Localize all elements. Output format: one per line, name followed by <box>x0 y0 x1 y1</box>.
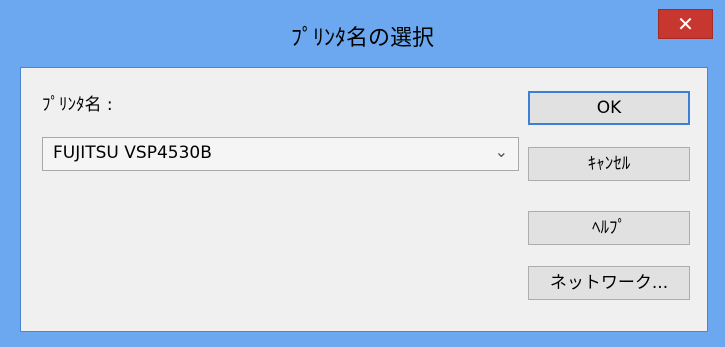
dialog-title: ﾌﾟﾘﾝﾀ名の選択 <box>290 26 434 51</box>
printer-name-value: FUJITSU VSP4530B <box>53 143 212 163</box>
ok-button[interactable]: OK <box>528 91 690 125</box>
cancel-button[interactable]: ｷｬﾝｾﾙ <box>528 147 690 181</box>
network-button[interactable]: ネットワーク... <box>528 266 690 300</box>
printer-select-dialog: ﾌﾟﾘﾝﾀ名の選択 ✕ ﾌﾟﾘﾝﾀ名 : FUJITSU VSP4530B ⌄ … <box>0 0 725 347</box>
printer-name-label: ﾌﾟﾘﾝﾀ名 : <box>42 95 113 115</box>
close-icon: ✕ <box>677 12 694 36</box>
dialog-content: ﾌﾟﾘﾝﾀ名 : FUJITSU VSP4530B ⌄ OK ｷｬﾝｾﾙ ﾍﾙﾌ… <box>20 67 708 332</box>
help-button[interactable]: ﾍﾙﾌﾟ <box>528 211 690 245</box>
title-bar[interactable]: ﾌﾟﾘﾝﾀ名の選択 ✕ <box>0 0 725 66</box>
chevron-down-icon: ⌄ <box>494 142 508 161</box>
printer-name-dropdown[interactable]: FUJITSU VSP4530B ⌄ <box>42 137 519 171</box>
close-button[interactable]: ✕ <box>658 9 713 39</box>
